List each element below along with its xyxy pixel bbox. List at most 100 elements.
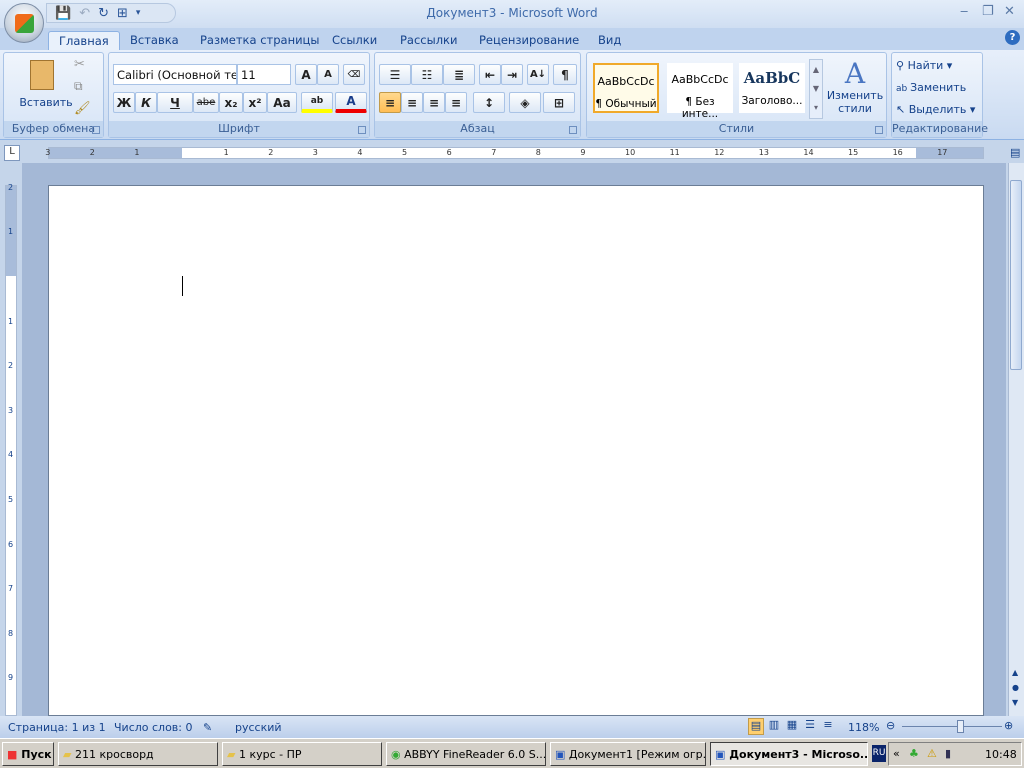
zoom-slider[interactable] [902, 726, 1002, 727]
redo-icon[interactable]: ↻ [98, 6, 109, 21]
start-button[interactable]: ■ Пуск [2, 742, 54, 766]
sort-button[interactable]: A↓ [527, 64, 549, 85]
bullets-button[interactable]: ☰ [379, 64, 411, 85]
network-icon[interactable]: ▮ [945, 747, 951, 760]
taskbar-item-active[interactable]: ▣ Документ3 - Microso... [710, 742, 868, 766]
close-button[interactable]: ✕ [1004, 4, 1015, 19]
proofing-icon[interactable]: ✎ [203, 721, 212, 734]
show-hidden-icons[interactable]: « [893, 747, 900, 760]
restore-button[interactable]: ❐ [982, 4, 994, 19]
tray-icon[interactable]: ♣ [909, 747, 919, 760]
customize-qat-icon[interactable]: ▾ [136, 8, 141, 18]
language-indicator[interactable]: RU [872, 745, 886, 762]
tab-insert[interactable]: Вставка [130, 31, 179, 50]
font-name-select[interactable]: Calibri (Основной те [113, 64, 237, 85]
dialog-launcher-icon[interactable] [358, 126, 366, 134]
clear-format-button[interactable]: ⌫ [343, 64, 365, 85]
next-page-icon[interactable]: ▼ [1012, 698, 1018, 707]
dialog-launcher-icon[interactable] [569, 126, 577, 134]
ruler-number: 1 [8, 227, 14, 237]
highlight-button[interactable]: ab [301, 92, 333, 113]
bold-button[interactable]: Ж [113, 92, 135, 113]
replace-button[interactable]: ab Заменить [896, 81, 966, 94]
page-count[interactable]: Страница: 1 из 1 [8, 721, 106, 734]
taskbar-item[interactable]: ◉ ABBYY FineReader 6.0 S... [386, 742, 546, 766]
dialog-launcher-icon[interactable] [92, 126, 100, 134]
subscript-button[interactable]: x₂ [219, 92, 243, 113]
taskbar-item[interactable]: ▰ 211 кросворд [58, 742, 218, 766]
shading-button[interactable]: ◈ [509, 92, 541, 113]
prev-page-icon[interactable]: ▲ [1012, 668, 1018, 677]
multilevel-list-button[interactable]: ≣ [443, 64, 475, 85]
style-no-spacing[interactable]: AaBbCcDc ¶ Без инте... [667, 63, 733, 120]
clock[interactable]: 10:48 [985, 748, 1017, 761]
align-center-button[interactable]: ≡ [401, 92, 423, 113]
decrease-indent-button[interactable]: ⇤ [479, 64, 501, 85]
flowchart-icon[interactable]: ⊞ [117, 6, 128, 21]
style-normal[interactable]: AaBbCcDc ¶ Обычный [593, 63, 659, 113]
taskbar-item[interactable]: ▣ Документ1 [Режим огр... [550, 742, 706, 766]
font-color-button[interactable]: A [335, 92, 367, 113]
strikethrough-button[interactable]: abe [193, 92, 219, 113]
show-marks-button[interactable]: ¶ [553, 64, 577, 85]
web-layout-icon[interactable]: ▦ [784, 718, 800, 736]
draft-icon[interactable]: ≡ [820, 718, 836, 736]
grow-font-button[interactable]: A [295, 64, 317, 85]
align-left-button[interactable]: ≡ [379, 92, 401, 113]
font-size-select[interactable]: 11 [237, 64, 291, 85]
horizontal-ruler[interactable]: 3 2 1 1 2 3 4 5 6 7 8 9 10 11 12 13 14 15 16 17 [45, 147, 984, 159]
view-ruler-icon[interactable]: ▤ [1010, 146, 1020, 159]
full-screen-reading-icon[interactable]: ▥ [766, 718, 782, 736]
shrink-font-button[interactable]: A [317, 64, 339, 85]
align-right-button[interactable]: ≡ [423, 92, 445, 113]
tab-references[interactable]: Ссылки [332, 31, 377, 50]
folder-icon: ▰ [63, 748, 72, 761]
taskbar-item[interactable]: ▰ 1 курс - ПР [222, 742, 382, 766]
tray-warning-icon[interactable]: ⚠ [927, 747, 937, 760]
find-button[interactable]: ⚲ Найти ▾ [896, 59, 952, 72]
line-spacing-button[interactable]: ↕ [473, 92, 505, 113]
change-styles-button[interactable]: A Изменить стили [825, 59, 885, 116]
print-layout-icon[interactable]: ▤ [748, 718, 764, 735]
undo-icon[interactable]: ↶ [79, 6, 90, 21]
numbering-button[interactable]: ☷ [411, 64, 443, 85]
vertical-ruler[interactable]: 2 1 1 2 3 4 5 6 7 8 9 [5, 183, 17, 716]
italic-button[interactable]: К [135, 92, 157, 113]
clipboard-icon [30, 60, 54, 90]
superscript-button[interactable]: x² [243, 92, 267, 113]
justify-button[interactable]: ≡ [445, 92, 467, 113]
language[interactable]: русский [235, 721, 282, 734]
tab-view[interactable]: Вид [598, 31, 621, 50]
tab-selector-button[interactable]: L [4, 145, 20, 161]
zoom-in-icon[interactable]: ⊕ [1004, 719, 1013, 732]
zoom-out-icon[interactable]: ⊖ [886, 719, 895, 732]
cut-icon[interactable]: ✂ [74, 57, 85, 72]
dialog-launcher-icon[interactable] [875, 126, 883, 134]
zoom-level[interactable]: 118% [848, 721, 879, 734]
borders-button[interactable]: ⊞ [543, 92, 575, 113]
scrollbar-thumb[interactable] [1010, 180, 1022, 370]
tab-page-layout[interactable]: Разметка страницы [200, 31, 319, 50]
office-button[interactable] [4, 3, 44, 43]
format-painter-icon[interactable]: 🖌 [74, 101, 91, 116]
style-name: ¶ Обычный [595, 98, 657, 110]
help-icon[interactable]: ? [1005, 30, 1020, 45]
zoom-slider-thumb[interactable] [957, 720, 964, 733]
save-icon[interactable]: 💾 [55, 6, 71, 21]
change-case-button[interactable]: Aa [267, 92, 297, 113]
copy-icon[interactable]: ⧉ [74, 79, 83, 94]
styles-scroll[interactable]: ▲ ▼ ▾ [809, 59, 823, 119]
tab-mailings[interactable]: Рассылки [400, 31, 457, 50]
document-page[interactable] [48, 185, 984, 716]
minimize-button[interactable]: ‒ [960, 4, 968, 19]
increase-indent-button[interactable]: ⇥ [501, 64, 523, 85]
browse-object-icon[interactable]: ● [1012, 683, 1019, 692]
tab-home[interactable]: Главная [48, 31, 120, 50]
paste-button[interactable]: Вставить [18, 58, 74, 118]
tab-review[interactable]: Рецензирование [479, 31, 579, 50]
outline-icon[interactable]: ☰ [802, 718, 818, 736]
style-heading[interactable]: AaBbC Заголово... [739, 63, 805, 113]
select-button[interactable]: ↖ Выделить ▾ [896, 103, 975, 116]
underline-button[interactable]: Ч [157, 92, 193, 113]
word-count[interactable]: Число слов: 0 [114, 721, 193, 734]
